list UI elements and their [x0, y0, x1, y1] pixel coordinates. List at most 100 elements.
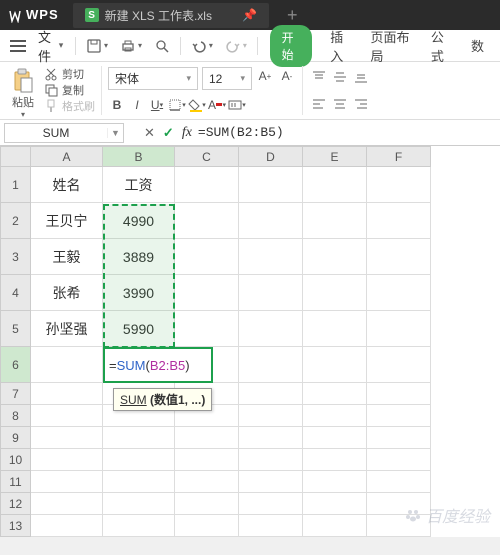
row-header-7[interactable]: 7 [1, 383, 31, 405]
cell-B13[interactable] [103, 515, 175, 537]
cell-F9[interactable] [367, 427, 431, 449]
cell-D3[interactable] [239, 239, 303, 275]
cell-E12[interactable] [303, 493, 367, 515]
cell-F6[interactable] [367, 347, 431, 383]
cancel-formula-button[interactable]: ✕ [144, 125, 155, 141]
pin-icon[interactable]: 📌 [242, 8, 257, 22]
undo-button[interactable]: ▾ [185, 35, 219, 57]
align-right-button[interactable] [351, 96, 371, 112]
cell-F1[interactable] [367, 167, 431, 203]
cell-A7[interactable] [31, 383, 103, 405]
spreadsheet[interactable]: ABCDEF1姓名工资2王贝宁49903王毅38894张希39905孙坚强599… [0, 146, 500, 537]
print-button[interactable]: ▾ [114, 34, 148, 58]
underline-button[interactable]: U▾ [148, 96, 166, 114]
cell-C5[interactable] [175, 311, 239, 347]
cell-A8[interactable] [31, 405, 103, 427]
tab-formulas[interactable]: 公式 [421, 27, 461, 65]
cell-D4[interactable] [239, 275, 303, 311]
cell-C3[interactable] [175, 239, 239, 275]
copy-button[interactable]: 复制 [44, 82, 95, 98]
active-cell-editor[interactable]: =SUM(B2:B5) [103, 347, 213, 383]
col-header-F[interactable]: F [367, 147, 431, 167]
cell-C10[interactable] [175, 449, 239, 471]
cell-C11[interactable] [175, 471, 239, 493]
col-header-D[interactable]: D [239, 147, 303, 167]
cell-D12[interactable] [239, 493, 303, 515]
cell-E11[interactable] [303, 471, 367, 493]
cell-E6[interactable] [303, 347, 367, 383]
align-left-button[interactable] [309, 96, 329, 112]
font-size-select[interactable]: 12▾ [202, 67, 252, 90]
cell-B12[interactable] [103, 493, 175, 515]
cell-A6[interactable] [31, 347, 103, 383]
row-header-8[interactable]: 8 [1, 405, 31, 427]
cell-B5[interactable]: 5990 [103, 311, 175, 347]
cell-C9[interactable] [175, 427, 239, 449]
cell-E7[interactable] [303, 383, 367, 405]
cell-C12[interactable] [175, 493, 239, 515]
increase-font-button[interactable]: A+ [256, 67, 274, 85]
cell-D5[interactable] [239, 311, 303, 347]
document-tab[interactable]: S 新建 XLS 工作表.xls 📌 [73, 3, 269, 28]
cell-F10[interactable] [367, 449, 431, 471]
cell-D7[interactable] [239, 383, 303, 405]
cell-B9[interactable] [103, 427, 175, 449]
row-header-5[interactable]: 5 [1, 311, 31, 347]
italic-button[interactable]: I [128, 96, 146, 114]
row-header-1[interactable]: 1 [1, 167, 31, 203]
cell-E4[interactable] [303, 275, 367, 311]
row-header-2[interactable]: 2 [1, 203, 31, 239]
col-header-E[interactable]: E [303, 147, 367, 167]
cell-A2[interactable]: 王贝宁 [31, 203, 103, 239]
cell-D8[interactable] [239, 405, 303, 427]
cell-E2[interactable] [303, 203, 367, 239]
cell-F11[interactable] [367, 471, 431, 493]
hamburger-icon[interactable] [6, 36, 30, 56]
cell-F4[interactable] [367, 275, 431, 311]
col-header-C[interactable]: C [175, 147, 239, 167]
accept-formula-button[interactable]: ✓ [163, 125, 174, 141]
cell-E5[interactable] [303, 311, 367, 347]
cell-D2[interactable] [239, 203, 303, 239]
formula-input[interactable]: =SUM(B2:B5) [192, 125, 500, 140]
row-header-9[interactable]: 9 [1, 427, 31, 449]
file-menu[interactable]: 文件▾ [38, 27, 63, 65]
cell-D11[interactable] [239, 471, 303, 493]
cell-F3[interactable] [367, 239, 431, 275]
cell-E1[interactable] [303, 167, 367, 203]
cell-E9[interactable] [303, 427, 367, 449]
cell-A11[interactable] [31, 471, 103, 493]
cell-A5[interactable]: 孙坚强 [31, 311, 103, 347]
cell-B11[interactable] [103, 471, 175, 493]
tab-pagelayout[interactable]: 页面布局 [360, 27, 420, 65]
cell-A9[interactable] [31, 427, 103, 449]
font-color-button[interactable]: A▾ [208, 96, 226, 114]
cell-F5[interactable] [367, 311, 431, 347]
paste-button[interactable]: 粘贴 ▾ [6, 66, 40, 121]
row-header-6[interactable]: 6 [1, 347, 31, 383]
tab-insert[interactable]: 插入 [320, 27, 360, 65]
row-header-13[interactable]: 13 [1, 515, 31, 537]
tab-data[interactable]: 数 [461, 36, 494, 55]
bold-button[interactable]: B [108, 96, 126, 114]
cut-button[interactable]: 剪切 [44, 66, 95, 82]
cell-A1[interactable]: 姓名 [31, 167, 103, 203]
cell-B10[interactable] [103, 449, 175, 471]
tab-start[interactable]: 开始 [270, 25, 313, 67]
align-middle-button[interactable] [330, 69, 350, 85]
cell-D13[interactable] [239, 515, 303, 537]
row-header-4[interactable]: 4 [1, 275, 31, 311]
col-header-A[interactable]: A [31, 147, 103, 167]
row-header-11[interactable]: 11 [1, 471, 31, 493]
decrease-font-button[interactable]: A- [278, 67, 296, 85]
cell-F8[interactable] [367, 405, 431, 427]
cell-E8[interactable] [303, 405, 367, 427]
cell-F2[interactable] [367, 203, 431, 239]
cell-C4[interactable] [175, 275, 239, 311]
format-painter-button[interactable]: 格式刷 [44, 98, 95, 114]
align-top-button[interactable] [309, 69, 329, 85]
cell-B3[interactable]: 3889 [103, 239, 175, 275]
wrap-button[interactable]: ▾ [228, 96, 246, 114]
new-tab-button[interactable]: + [287, 5, 298, 26]
cell-E13[interactable] [303, 515, 367, 537]
